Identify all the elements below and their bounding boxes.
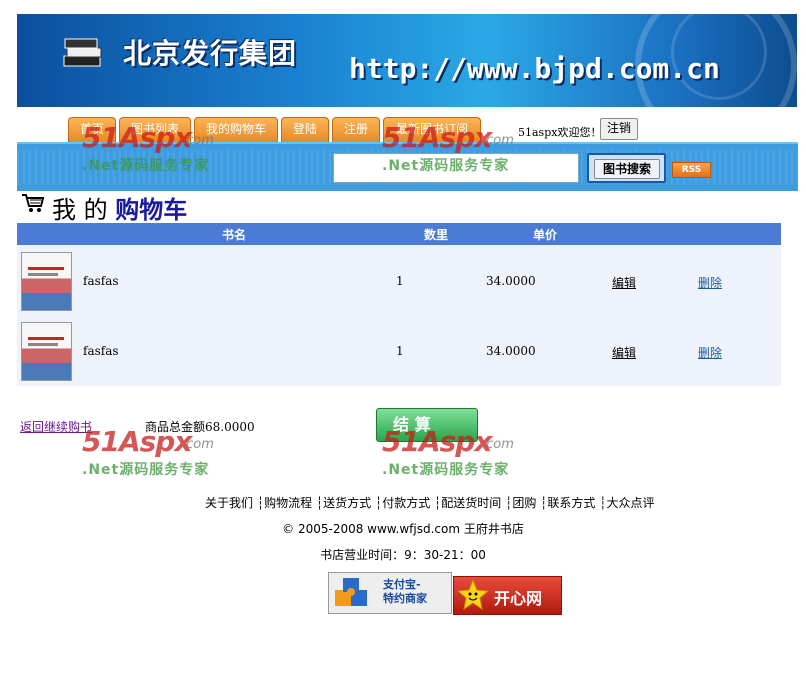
header-banner: 北京发行集团 http://www.bjpd.com.cn	[17, 14, 797, 107]
smiley-star-icon	[457, 579, 489, 611]
edit-link[interactable]: 编辑	[612, 274, 636, 291]
rss-icon[interactable]: RSS	[672, 162, 711, 178]
search-input[interactable]	[333, 153, 579, 183]
puzzle-icon	[335, 578, 367, 606]
table-row: fasfas 1 34.0000 编辑 删除	[17, 316, 781, 386]
tab-login[interactable]: 登陆	[281, 117, 329, 142]
footer-link-process[interactable]: 购物流程	[264, 496, 312, 510]
logout-button[interactable]: 注销	[600, 118, 638, 140]
book-qty: 1	[396, 274, 404, 288]
book-price: 34.0000	[486, 274, 536, 288]
books-logo-icon	[63, 38, 102, 67]
book-cover-image	[21, 252, 72, 311]
alipay-line1: 支付宝-	[383, 578, 421, 591]
footer-link-delivery-time[interactable]: 配送货时间	[441, 496, 501, 510]
book-cover-image	[21, 322, 72, 381]
search-button[interactable]: 图书搜索	[587, 153, 666, 183]
column-header-price: 单价	[533, 228, 558, 242]
tab-subscribe[interactable]: 最新图书订阅	[383, 117, 481, 142]
kaixin-badge[interactable]: 开心网	[453, 576, 562, 615]
business-hours: 书店营业时间：9：30-21：00	[320, 548, 486, 562]
book-qty: 1	[396, 344, 404, 358]
kaixin-label: 开心网	[494, 589, 543, 608]
delete-link[interactable]: 删除	[698, 344, 722, 361]
shopping-cart-icon	[22, 194, 45, 212]
search-bar: 图书搜索 RSS	[17, 142, 798, 191]
tab-home[interactable]: 首页	[68, 117, 116, 142]
edit-link[interactable]: 编辑	[612, 344, 636, 361]
table-header: 书名 数里 单价	[17, 223, 781, 245]
footer-link-group-buy[interactable]: 团购	[512, 496, 536, 510]
page-title-prefix: 我 的	[52, 196, 108, 224]
page-title-bold: 购物车	[115, 196, 188, 224]
checkout-button[interactable]: 结 算	[376, 408, 478, 442]
order-total: 商品总金额68.0000	[145, 420, 255, 434]
alipay-line2: 特约商家	[383, 592, 427, 605]
column-header-qty: 数里	[424, 228, 449, 242]
tab-register[interactable]: 注册	[332, 117, 380, 142]
cart-table: 书名 数里 单价 fasfas 1 34.0000 编辑 删除 fasfas 1…	[17, 223, 781, 386]
footer-link-payment[interactable]: 付款方式	[382, 496, 430, 510]
alipay-badge[interactable]: 支付宝- 特约商家	[328, 572, 452, 614]
checkout-button-label: 结 算	[393, 415, 431, 434]
tab-my-cart[interactable]: 我的购物车	[194, 117, 278, 142]
table-row: fasfas 1 34.0000 编辑 删除	[17, 246, 781, 316]
book-name: fasfas	[83, 344, 119, 358]
continue-shopping-link[interactable]: 返回继续购书	[20, 418, 92, 435]
footer-link-reviews[interactable]: 大众点评	[606, 496, 654, 510]
copyright-text: © 2005-2008 www.wfjsd.com 王府井书店	[282, 522, 524, 536]
book-name: fasfas	[83, 274, 119, 288]
site-url: http://www.bjpd.com.cn	[349, 52, 720, 85]
site-title: 北京发行集团	[123, 37, 298, 70]
search-button-label: 图书搜索	[594, 159, 660, 179]
footer-link-about[interactable]: 关于我们	[205, 496, 253, 510]
tab-book-list[interactable]: 图书列表	[119, 117, 191, 142]
welcome-text: 51aspx欢迎您！	[518, 126, 602, 139]
page-title: 我 的 购物车	[52, 190, 187, 225]
book-price: 34.0000	[486, 344, 536, 358]
footer-links: 关于我们 ┆购物流程 ┆送货方式 ┆付款方式 ┆配送货时间 ┆团购 ┆联系方式 …	[205, 496, 655, 510]
footer-link-contact[interactable]: 联系方式	[547, 496, 595, 510]
footer-link-delivery[interactable]: 送货方式	[323, 496, 371, 510]
delete-link[interactable]: 删除	[698, 274, 722, 291]
column-header-name: 书名	[222, 228, 247, 242]
